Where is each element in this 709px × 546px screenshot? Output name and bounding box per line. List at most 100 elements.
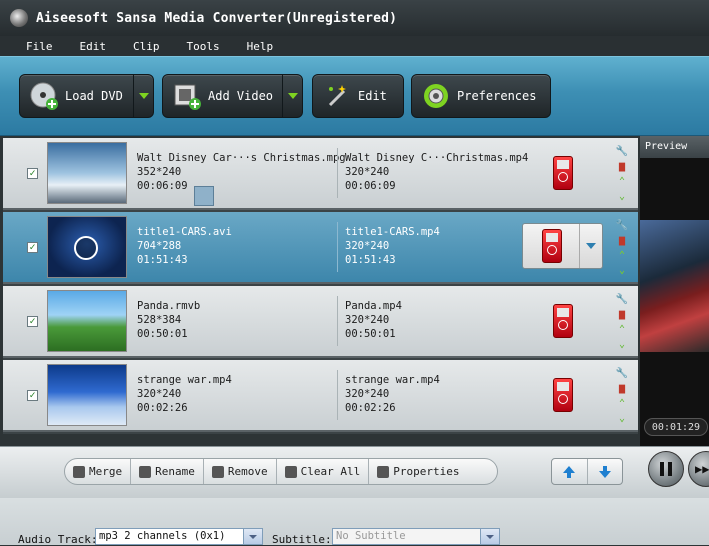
output-info: strange war.mp4 320*240 00:02:26 bbox=[345, 373, 440, 415]
move-down-button[interactable] bbox=[586, 459, 623, 484]
add-video-button[interactable]: Add Video bbox=[162, 74, 303, 118]
merge-icon bbox=[73, 465, 85, 478]
source-info: strange war.mp4 320*240 00:02:26 bbox=[137, 373, 232, 415]
pause-icon[interactable] bbox=[74, 236, 98, 260]
output-info: Walt Disney C···Christmas.mp4 320*240 00… bbox=[345, 151, 528, 193]
output-filename: Panda.mp4 bbox=[345, 300, 402, 312]
film-add-icon bbox=[172, 81, 202, 111]
file-checkbox[interactable]: ✓ bbox=[27, 168, 38, 179]
title-bar: Aiseesoft Sansa Media Converter(Unregist… bbox=[0, 0, 709, 36]
bottom-toolbar: Merge Rename Remove Clear All Properties bbox=[0, 446, 709, 499]
move-down-icon[interactable]: ⌄ bbox=[615, 189, 629, 203]
source-duration: 00:50:01 bbox=[137, 328, 188, 340]
output-resolution: 320*240 bbox=[345, 240, 390, 252]
trash-icon[interactable]: ▆ bbox=[615, 233, 629, 247]
trash-icon[interactable]: ▆ bbox=[615, 307, 629, 321]
main-toolbar: Load DVD Add Video Edit Preferences bbox=[0, 56, 709, 136]
row-actions: 🔧 ▆ ⌃ ⌄ bbox=[615, 366, 629, 428]
sansa-device-icon[interactable] bbox=[553, 378, 573, 412]
menu-edit[interactable]: Edit bbox=[80, 40, 107, 53]
subtitle-select[interactable]: No Subtitle bbox=[332, 528, 500, 545]
audio-track-select[interactable]: mp3 2 channels (0x1) bbox=[95, 528, 263, 545]
list-actions-group: Merge Rename Remove Clear All Properties bbox=[64, 458, 498, 485]
source-filename: title1-CARS.avi bbox=[137, 226, 232, 238]
output-info: Panda.mp4 320*240 00:50:01 bbox=[345, 299, 402, 341]
file-checkbox[interactable]: ✓ bbox=[27, 316, 38, 327]
column-divider bbox=[337, 296, 338, 346]
window-title: Aiseesoft Sansa Media Converter(Unregist… bbox=[36, 10, 398, 26]
file-row[interactable]: ✓ Panda.rmvb 528*384 00:50:01 Panda.mp4 … bbox=[3, 286, 638, 358]
properties-button[interactable]: Properties bbox=[369, 459, 467, 484]
rename-button[interactable]: Rename bbox=[131, 459, 204, 484]
trash-icon[interactable]: ▆ bbox=[615, 159, 629, 173]
output-duration: 00:50:01 bbox=[345, 328, 396, 340]
file-row[interactable]: ✓ strange war.mp4 320*240 00:02:26 stran… bbox=[3, 360, 638, 432]
source-duration: 00:06:09 bbox=[137, 180, 188, 192]
source-filename: strange war.mp4 bbox=[137, 374, 232, 386]
row-actions: 🔧 ▆ ⌃ ⌄ bbox=[615, 292, 629, 354]
file-checkbox[interactable]: ✓ bbox=[27, 390, 38, 401]
edit-label: Edit bbox=[358, 89, 387, 103]
preferences-button[interactable]: Preferences bbox=[411, 74, 551, 118]
properties-icon bbox=[377, 465, 390, 478]
settings-wrench-icon[interactable]: 🔧 bbox=[615, 366, 629, 380]
move-up-icon[interactable]: ⌃ bbox=[615, 248, 629, 262]
preview-label: Preview bbox=[640, 136, 709, 158]
menu-clip[interactable]: Clip bbox=[133, 40, 160, 53]
sansa-device-icon[interactable] bbox=[553, 156, 573, 190]
add-video-dropdown[interactable] bbox=[282, 75, 302, 117]
settings-wrench-icon[interactable]: 🔧 bbox=[615, 292, 629, 306]
audio-track-value: mp3 2 channels (0x1) bbox=[99, 530, 226, 542]
move-up-icon[interactable]: ⌃ bbox=[615, 322, 629, 336]
file-checkbox[interactable]: ✓ bbox=[27, 242, 38, 253]
preview-time: 00:01:29 bbox=[644, 418, 708, 436]
edit-button[interactable]: Edit bbox=[312, 74, 404, 118]
load-dvd-button[interactable]: Load DVD bbox=[19, 74, 154, 118]
settings-wrench-icon[interactable]: 🔧 bbox=[615, 218, 629, 232]
load-dvd-dropdown[interactable] bbox=[133, 75, 153, 117]
subtitle-dropdown-button[interactable] bbox=[480, 529, 499, 544]
move-down-icon[interactable]: ⌄ bbox=[615, 263, 629, 277]
remove-label: Remove bbox=[227, 465, 268, 478]
audio-track-dropdown-button[interactable] bbox=[243, 529, 262, 544]
add-video-label: Add Video bbox=[208, 89, 274, 103]
move-down-icon[interactable]: ⌄ bbox=[615, 411, 629, 425]
app-logo-icon bbox=[10, 9, 28, 27]
output-profile-select[interactable] bbox=[522, 223, 603, 269]
move-up-icon[interactable]: ⌃ bbox=[615, 174, 629, 188]
file-row[interactable]: ✓ title1-CARS.avi 704*288 01:51:43 title… bbox=[3, 212, 638, 284]
source-info: Panda.rmvb 528*384 00:50:01 bbox=[137, 299, 200, 341]
remove-button[interactable]: Remove bbox=[204, 459, 277, 484]
output-duration: 00:06:09 bbox=[345, 180, 396, 192]
trash-icon[interactable]: ▆ bbox=[615, 381, 629, 395]
menu-tools[interactable]: Tools bbox=[187, 40, 220, 53]
pencil-icon bbox=[139, 465, 152, 478]
merge-button[interactable]: Merge bbox=[65, 459, 132, 484]
move-up-icon[interactable]: ⌃ bbox=[615, 396, 629, 410]
menu-help[interactable]: Help bbox=[247, 40, 274, 53]
source-resolution: 704*288 bbox=[137, 240, 182, 252]
pause-button[interactable] bbox=[648, 451, 684, 487]
sansa-device-icon[interactable] bbox=[553, 304, 573, 338]
file-list: ✓ Walt Disney Car···s Christmas.mpg 352*… bbox=[3, 138, 638, 434]
audio-track-label: Audio Track: bbox=[18, 533, 98, 546]
clear-all-button[interactable]: Clear All bbox=[277, 459, 370, 484]
chevron-down-icon bbox=[138, 93, 149, 99]
profile-dropdown-button[interactable] bbox=[579, 224, 602, 268]
output-resolution: 320*240 bbox=[345, 166, 390, 178]
gear-icon bbox=[421, 81, 451, 111]
output-resolution: 320*240 bbox=[345, 314, 390, 326]
settings-wrench-icon[interactable]: 🔧 bbox=[615, 144, 629, 158]
menu-file[interactable]: File bbox=[26, 40, 53, 53]
remove-x-icon bbox=[211, 465, 224, 478]
source-filename: Panda.rmvb bbox=[137, 300, 201, 312]
move-down-icon[interactable]: ⌄ bbox=[615, 337, 629, 351]
fast-forward-icon: ▶▶ bbox=[695, 462, 709, 476]
properties-label: Properties bbox=[393, 465, 460, 478]
move-up-button[interactable] bbox=[552, 459, 587, 484]
chevron-down-icon bbox=[586, 243, 596, 249]
file-row[interactable]: ✓ Walt Disney Car···s Christmas.mpg 352*… bbox=[3, 138, 638, 210]
source-resolution: 320*240 bbox=[137, 388, 182, 400]
source-info: title1-CARS.avi 704*288 01:51:43 bbox=[137, 225, 232, 267]
output-filename: title1-CARS.mp4 bbox=[345, 226, 440, 238]
